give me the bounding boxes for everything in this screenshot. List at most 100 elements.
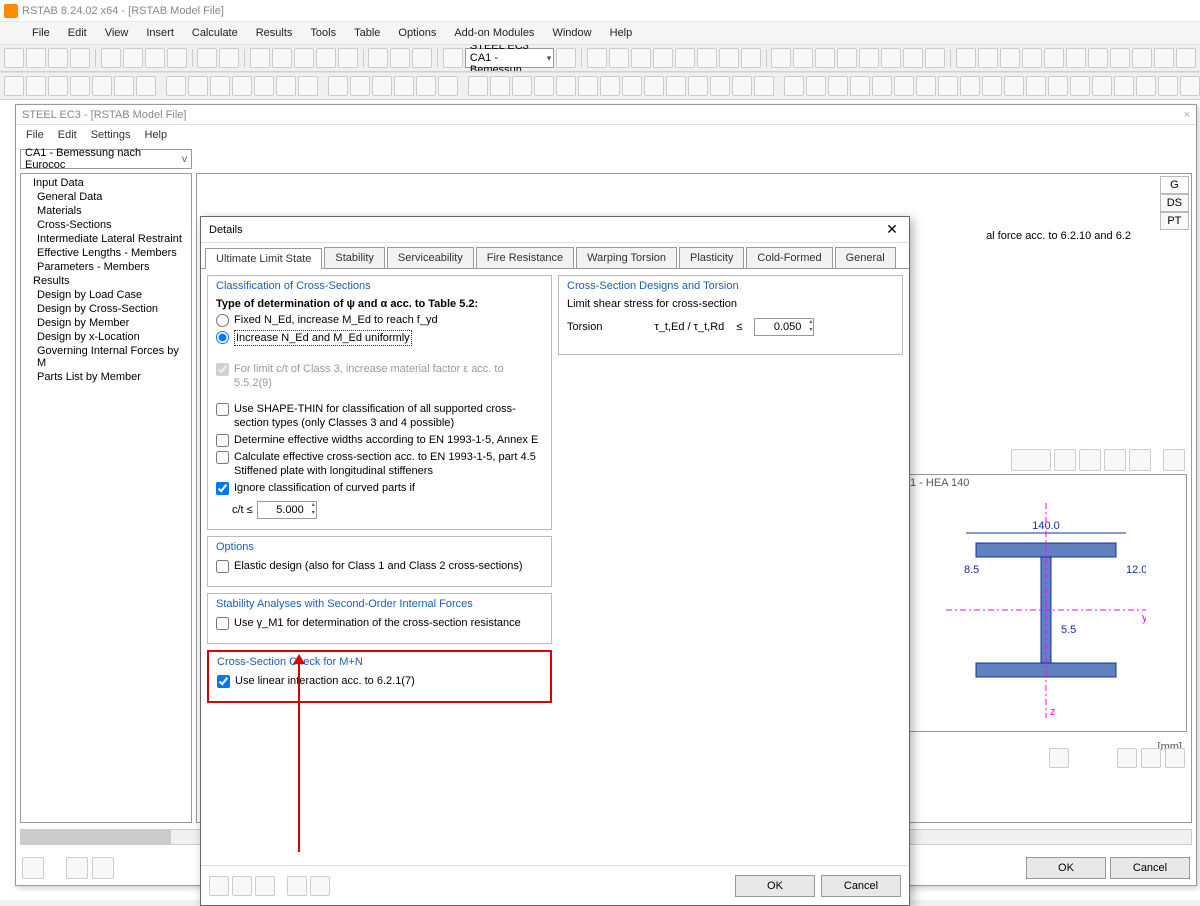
combo-icon[interactable]: [1011, 449, 1051, 471]
tb-icon[interactable]: [982, 76, 1002, 96]
tb-undo-icon[interactable]: [197, 48, 217, 68]
sw-menu-edit[interactable]: Edit: [52, 127, 83, 143]
tb-save-icon[interactable]: [48, 48, 68, 68]
tb-icon[interactable]: [1070, 76, 1090, 96]
tb-icon[interactable]: [578, 76, 598, 96]
tree-item[interactable]: Design by Load Case: [37, 288, 189, 302]
tb-icon[interactable]: [1088, 48, 1108, 68]
radio-fixed-ned[interactable]: Fixed N_Ed, increase M_Ed to reach f_yd: [216, 313, 543, 327]
tb-icon[interactable]: [1154, 48, 1174, 68]
tb-icon[interactable]: [631, 48, 651, 68]
tb-icon[interactable]: [254, 76, 274, 96]
tree-item[interactable]: Governing Internal Forces by M: [37, 344, 189, 370]
tb-icon[interactable]: [1004, 76, 1024, 96]
tb-icon[interactable]: [70, 76, 90, 96]
radio-increase-uniform[interactable]: Increase N_Ed and M_Ed uniformly: [216, 330, 543, 346]
tb-icon[interactable]: [881, 48, 901, 68]
tb-icon[interactable]: [1110, 48, 1130, 68]
tab-stability[interactable]: Stability: [324, 247, 385, 268]
torsion-spinner[interactable]: 0.050: [754, 318, 814, 336]
sw-menu-file[interactable]: File: [20, 127, 50, 143]
tb-new-icon[interactable]: [4, 48, 24, 68]
tb-icon[interactable]: [232, 76, 252, 96]
tb-icon[interactable]: [272, 48, 292, 68]
tb-icon[interactable]: [771, 48, 791, 68]
tb-icon[interactable]: [1180, 76, 1200, 96]
module-combo[interactable]: STEEL EC3 CA1 - Bemessun: [465, 48, 554, 68]
check-eff-cross[interactable]: Calculate effective cross-section acc. t…: [216, 450, 543, 478]
tb-print-icon[interactable]: [70, 48, 90, 68]
tree-item[interactable]: Design by x-Location: [37, 330, 189, 344]
tb-icon[interactable]: [1022, 48, 1042, 68]
tb-icon[interactable]: [1044, 48, 1064, 68]
properties-icon[interactable]: [1049, 748, 1069, 768]
tb-icon[interactable]: [938, 76, 958, 96]
dialog-cancel-button[interactable]: Cancel: [821, 875, 901, 897]
tb-icon[interactable]: [4, 76, 24, 96]
check-eff-widths[interactable]: Determine effective widths according to …: [216, 433, 543, 447]
filter-icon[interactable]: [1054, 449, 1076, 471]
menu-window[interactable]: Window: [544, 25, 599, 41]
tab-torsion[interactable]: Warping Torsion: [576, 247, 677, 268]
tree-item[interactable]: Effective Lengths - Members: [37, 246, 189, 260]
tb-icon[interactable]: [719, 48, 739, 68]
tb-icon[interactable]: [328, 76, 348, 96]
export-icon[interactable]: [1079, 449, 1101, 471]
tb-icon[interactable]: [806, 76, 826, 96]
tb-icon[interactable]: [167, 48, 187, 68]
tb-nav-left-icon[interactable]: [443, 48, 463, 68]
tree-item[interactable]: Materials: [37, 204, 189, 218]
tree-item[interactable]: Parts List by Member: [37, 370, 189, 384]
tb-icon[interactable]: [697, 48, 717, 68]
tree-item[interactable]: Cross-Sections: [37, 218, 189, 232]
tb-icon[interactable]: [26, 76, 46, 96]
tb-icon[interactable]: [653, 48, 673, 68]
tb-icon[interactable]: [837, 48, 857, 68]
tb-icon[interactable]: [534, 76, 554, 96]
tb-icon[interactable]: [468, 76, 488, 96]
tb-icon[interactable]: [894, 76, 914, 96]
close-icon[interactable]: ×: [1184, 109, 1190, 121]
tb-icon[interactable]: [556, 76, 576, 96]
menu-results[interactable]: Results: [248, 25, 301, 41]
tb-icon[interactable]: [1000, 48, 1020, 68]
tb-icon[interactable]: [754, 76, 774, 96]
tb-icon[interactable]: [956, 48, 976, 68]
tb-icon[interactable]: [916, 76, 936, 96]
check-elastic[interactable]: Elastic design (also for Class 1 and Cla…: [216, 559, 543, 573]
tb-nav-right-icon[interactable]: [556, 48, 576, 68]
tb-icon[interactable]: [48, 76, 68, 96]
menu-tools[interactable]: Tools: [302, 25, 344, 41]
default-icon[interactable]: [255, 876, 275, 896]
tb-icon[interactable]: [600, 76, 620, 96]
tb-icon[interactable]: [512, 76, 532, 96]
menu-help[interactable]: Help: [602, 25, 641, 41]
tb-icon[interactable]: [276, 76, 296, 96]
menu-addon[interactable]: Add-on Modules: [446, 25, 542, 41]
tree-item[interactable]: Intermediate Lateral Restraint: [37, 232, 189, 246]
sw-menu-settings[interactable]: Settings: [85, 127, 137, 143]
sw-menu-help[interactable]: Help: [138, 127, 173, 143]
close-icon[interactable]: ✕: [883, 221, 901, 239]
tb-icon[interactable]: [741, 48, 761, 68]
tb-icon[interactable]: [1026, 76, 1046, 96]
tb-icon[interactable]: [710, 76, 730, 96]
tab-uls[interactable]: Ultimate Limit State: [205, 248, 322, 269]
tb-icon[interactable]: [250, 48, 270, 68]
navigation-tree[interactable]: Input Data General Data Materials Cross-…: [20, 173, 192, 823]
tb-icon[interactable]: [1158, 76, 1178, 96]
tb-icon[interactable]: [412, 48, 432, 68]
tb-icon[interactable]: [294, 48, 314, 68]
help-icon[interactable]: [209, 876, 229, 896]
prev-icon[interactable]: [66, 857, 88, 879]
tb-icon[interactable]: [368, 48, 388, 68]
excel-icon[interactable]: [1104, 449, 1126, 471]
check-ignore-curved[interactable]: Ignore classification of curved parts if: [216, 481, 543, 495]
tb-icon[interactable]: [350, 76, 370, 96]
tab-fire[interactable]: Fire Resistance: [476, 247, 574, 268]
menu-table[interactable]: Table: [346, 25, 388, 41]
tb-icon[interactable]: [390, 48, 410, 68]
design-case-combo[interactable]: CA1 - Bemessung nach Eurococ: [20, 149, 192, 169]
ct-spinner[interactable]: 5.000: [257, 501, 317, 519]
tb-icon[interactable]: [622, 76, 642, 96]
